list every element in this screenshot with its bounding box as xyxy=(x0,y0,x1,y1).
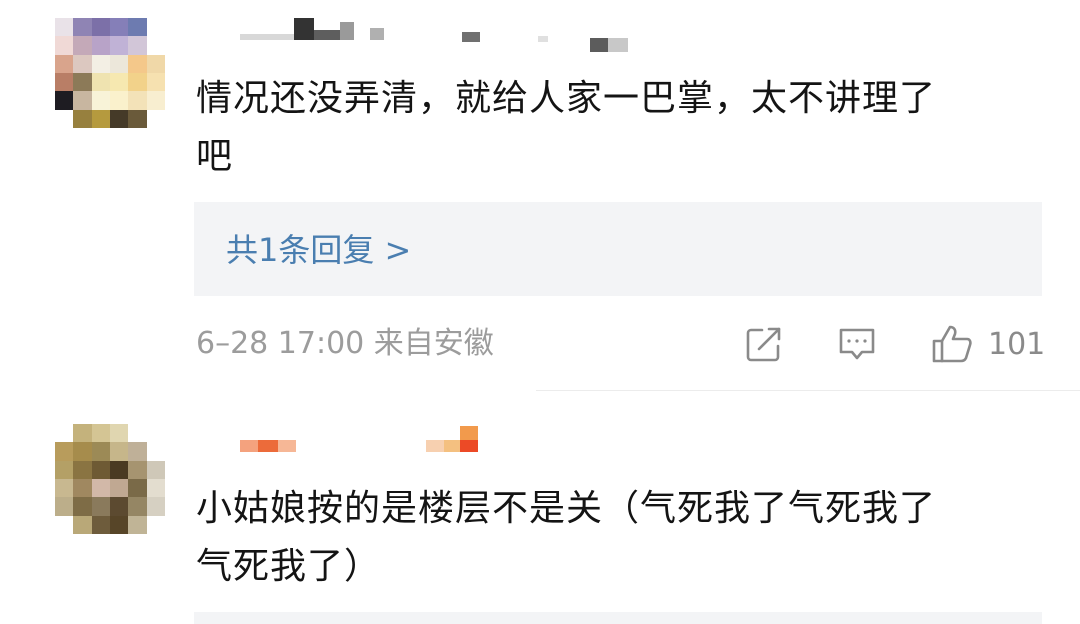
like-button[interactable]: 101 xyxy=(930,322,1045,366)
like-count: 101 xyxy=(988,326,1046,362)
comment-text: 小姑娘按的是楼层不是关（气死我了气死我了 气死我了） xyxy=(196,480,1046,596)
thumbs-up-icon xyxy=(930,323,974,365)
comment-card: 小姑娘按的是楼层不是关（气死我了气死我了 气死我了） xyxy=(0,392,1080,624)
reply-preview-box[interactable] xyxy=(194,612,1042,624)
reply-button[interactable] xyxy=(836,322,878,366)
comment-card: 情况还没弄清，就给人家一巴掌，太不讲理了 吧 共1条回复 > 6–28 17:0… xyxy=(0,0,1080,392)
divider xyxy=(536,390,1080,391)
share-button[interactable] xyxy=(744,322,784,366)
comment-text-line-2: 吧 xyxy=(196,136,234,177)
reply-preview-box[interactable]: 共1条回复 > xyxy=(194,202,1042,296)
avatar[interactable] xyxy=(55,424,165,534)
comment-text: 情况还没弄清，就给人家一巴掌，太不讲理了 吧 xyxy=(196,70,1046,186)
comment-text-line-1: 小姑娘按的是楼层不是关（气死我了气死我了 xyxy=(196,488,937,529)
view-replies-link[interactable]: 共1条回复 > xyxy=(226,228,411,272)
comment-icon xyxy=(836,324,878,364)
avatar[interactable] xyxy=(55,18,165,128)
comment-text-line-1: 情况还没弄清，就给人家一巴掌，太不讲理了 xyxy=(196,78,937,119)
username-blurred[interactable] xyxy=(240,424,490,452)
share-icon xyxy=(744,324,784,364)
username-blurred[interactable] xyxy=(240,18,640,52)
comment-actions: 101 xyxy=(740,322,1045,366)
comment-text-line-2: 气死我了） xyxy=(196,546,382,587)
timestamp-location: 6–28 17:00 来自安徽 xyxy=(196,326,494,361)
